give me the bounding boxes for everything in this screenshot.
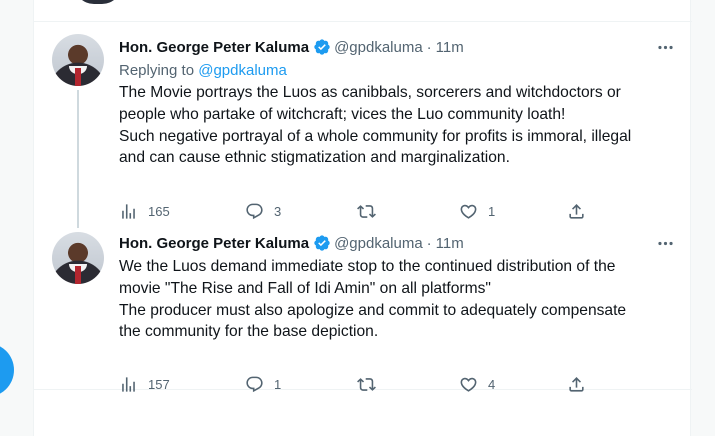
tweet[interactable]: Hon. George Peter Kaluma @gpdkaluma · 11… (34, 22, 692, 228)
like-icon (460, 377, 477, 392)
retweet-button[interactable] (357, 375, 386, 394)
tweet-text-line: the community for the base depiction. (119, 323, 379, 341)
verified-badge-icon (313, 234, 331, 252)
author-name[interactable]: Hon. George Peter Kaluma (119, 235, 309, 252)
author-handle[interactable]: @gpdkaluma (334, 235, 423, 252)
reply-count: 3 (274, 203, 282, 219)
tweet-text-line: people who partake of witchcraft; vices … (119, 105, 566, 123)
avatar[interactable] (52, 34, 104, 86)
like-count: 1 (488, 203, 496, 219)
tweet-header: Hon. George Peter Kaluma @gpdkaluma · 11… (119, 36, 676, 58)
views-button[interactable]: 157 (119, 375, 170, 394)
views-icon (122, 376, 135, 392)
previous-tweet-edge (34, 0, 692, 22)
timestamp[interactable]: 11m (436, 235, 464, 252)
tweet-text-line: movie "The Rise and Fall of Idi Amin" on… (119, 279, 491, 297)
share-button[interactable] (567, 375, 586, 394)
author-name[interactable]: Hon. George Peter Kaluma (119, 39, 309, 56)
timestamp[interactable]: 11m (436, 39, 464, 56)
reply-count: 1 (274, 376, 282, 392)
views-count: 157 (148, 376, 170, 392)
tweet-text-line: We the Luos demand immediate stop to the… (119, 258, 616, 275)
compose-button-edge[interactable] (0, 343, 14, 397)
share-icon (569, 376, 584, 392)
tweet-body: Hon. George Peter Kaluma @gpdkaluma · 11… (119, 36, 676, 219)
tweet-text-line: The Movie portrays the Luos as canibbals… (119, 84, 621, 101)
tweet[interactable]: Hon. George Peter Kaluma @gpdkaluma · 11… (34, 218, 692, 392)
separator-dot: · (426, 38, 432, 56)
replying-handle-link[interactable]: @gpdkaluma (198, 62, 287, 79)
avatar[interactable] (52, 232, 104, 284)
more-icon[interactable] (654, 232, 676, 254)
reply-icon (246, 376, 263, 392)
separator-dot: · (426, 234, 432, 252)
tweet-text: We the Luos demand immediate stop to the… (119, 256, 676, 343)
tweet-text-line: Such negative portrayal of a whole commu… (119, 127, 632, 145)
verified-badge-icon (313, 38, 331, 56)
replying-to: Replying to @gpdkaluma (119, 60, 676, 82)
timeline-column: Hon. George Peter Kaluma @gpdkaluma · 11… (33, 0, 692, 436)
tweet-header: Hon. George Peter Kaluma @gpdkaluma · 11… (119, 232, 676, 254)
reply-button[interactable]: 1 (245, 375, 281, 394)
tweet-text: The Movie portrays the Luos as canibbals… (119, 82, 676, 169)
like-button[interactable]: 4 (459, 375, 495, 394)
like-count: 4 (488, 376, 496, 392)
tweet-body: Hon. George Peter Kaluma @gpdkaluma · 11… (119, 232, 676, 392)
tweet-text-line: and can cause ethnic stigmatization and … (119, 149, 510, 167)
previous-avatar[interactable] (74, 0, 122, 4)
more-icon[interactable] (654, 36, 676, 58)
replying-prefix: Replying to (119, 62, 195, 79)
retweet-icon (357, 377, 376, 391)
author-handle[interactable]: @gpdkaluma (334, 39, 423, 56)
tweet-text-line: The producer must also apologize and com… (119, 301, 627, 319)
views-count: 165 (148, 203, 170, 219)
tweet-actions: 157 1 4 (119, 373, 599, 395)
thread-connector (77, 90, 79, 228)
